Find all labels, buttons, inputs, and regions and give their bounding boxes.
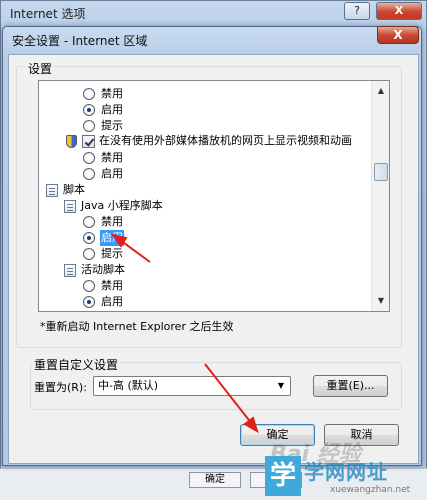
radio-prompt[interactable] <box>83 248 95 260</box>
radio-enable[interactable] <box>83 296 95 308</box>
reset-to-label: 重置为(R): <box>34 381 87 394</box>
radio-disable[interactable] <box>83 216 95 228</box>
background-close-button[interactable]: X <box>376 2 422 20</box>
help-button[interactable]: ? <box>344 2 370 20</box>
dialog-title: 安全设置 - Internet 区域 <box>12 34 148 48</box>
settings-scrollbar[interactable]: ▲ ▼ <box>371 81 389 311</box>
reset-level-select[interactable]: 中-高 (默认) ▼ <box>93 376 291 396</box>
chevron-down-icon[interactable]: ▼ <box>274 378 288 394</box>
media-checkbox[interactable] <box>82 135 95 148</box>
active-script-icon <box>64 264 76 277</box>
radio-disable[interactable] <box>83 280 95 292</box>
settings-legend: 设置 <box>26 60 55 77</box>
script-category-icon <box>46 184 58 197</box>
list-item-label[interactable]: 启用 <box>101 102 123 118</box>
list-item-label[interactable]: 禁用 <box>101 214 123 230</box>
dialog-close-button[interactable]: X <box>377 26 419 44</box>
settings-list[interactable]: 禁用 启用 提示 在没有使用外部媒体播放机的网页上显示视频和动画 禁用 启用 脚… <box>38 80 390 312</box>
radio-enable[interactable] <box>83 168 95 180</box>
radio-prompt[interactable] <box>83 120 95 132</box>
category-label: 脚本 <box>63 183 85 196</box>
watermark-logo: 学 <box>265 456 301 496</box>
list-item-label-selected[interactable]: 启用 <box>100 230 124 246</box>
reset-legend: 重置自定义设置 <box>32 356 121 373</box>
list-item-label[interactable]: 禁用 <box>101 150 123 166</box>
list-item-label[interactable]: 提示 <box>101 246 123 262</box>
radio-disable[interactable] <box>83 152 95 164</box>
scrollbar-thumb[interactable] <box>374 163 388 181</box>
shield-icon <box>66 135 77 148</box>
list-item-label[interactable]: 禁用 <box>101 86 123 102</box>
scroll-down-icon[interactable]: ▼ <box>373 293 389 309</box>
radio-enable-java[interactable] <box>83 232 95 244</box>
list-item-label[interactable]: 在没有使用外部媒体播放机的网页上显示视频和动画 <box>99 133 352 149</box>
radio-disable[interactable] <box>83 88 95 100</box>
list-item-label[interactable]: 提示 <box>101 118 123 134</box>
restart-note: *重新启动 Internet Explorer 之后生效 <box>40 320 234 333</box>
scroll-up-icon[interactable]: ▲ <box>373 83 389 99</box>
subcategory-label: 活动脚本 <box>81 263 125 276</box>
list-item-label[interactable]: 启用 <box>101 166 123 182</box>
background-ok-button[interactable]: 确定 <box>189 472 241 488</box>
reset-level-value: 中-高 (默认) <box>98 379 159 392</box>
list-item-label[interactable]: 启用 <box>101 294 123 310</box>
reset-button[interactable]: 重置(E)... <box>313 375 388 397</box>
list-item-label[interactable]: 禁用 <box>101 278 123 294</box>
watermark-name: 学网网址 <box>304 460 388 484</box>
radio-enable[interactable] <box>83 104 95 116</box>
java-applet-icon <box>64 200 76 213</box>
subcategory-label: Java 小程序脚本 <box>81 199 163 212</box>
background-window-title: Internet 选项 <box>10 7 86 21</box>
watermark-url: xuewangzhan.net <box>330 485 411 495</box>
